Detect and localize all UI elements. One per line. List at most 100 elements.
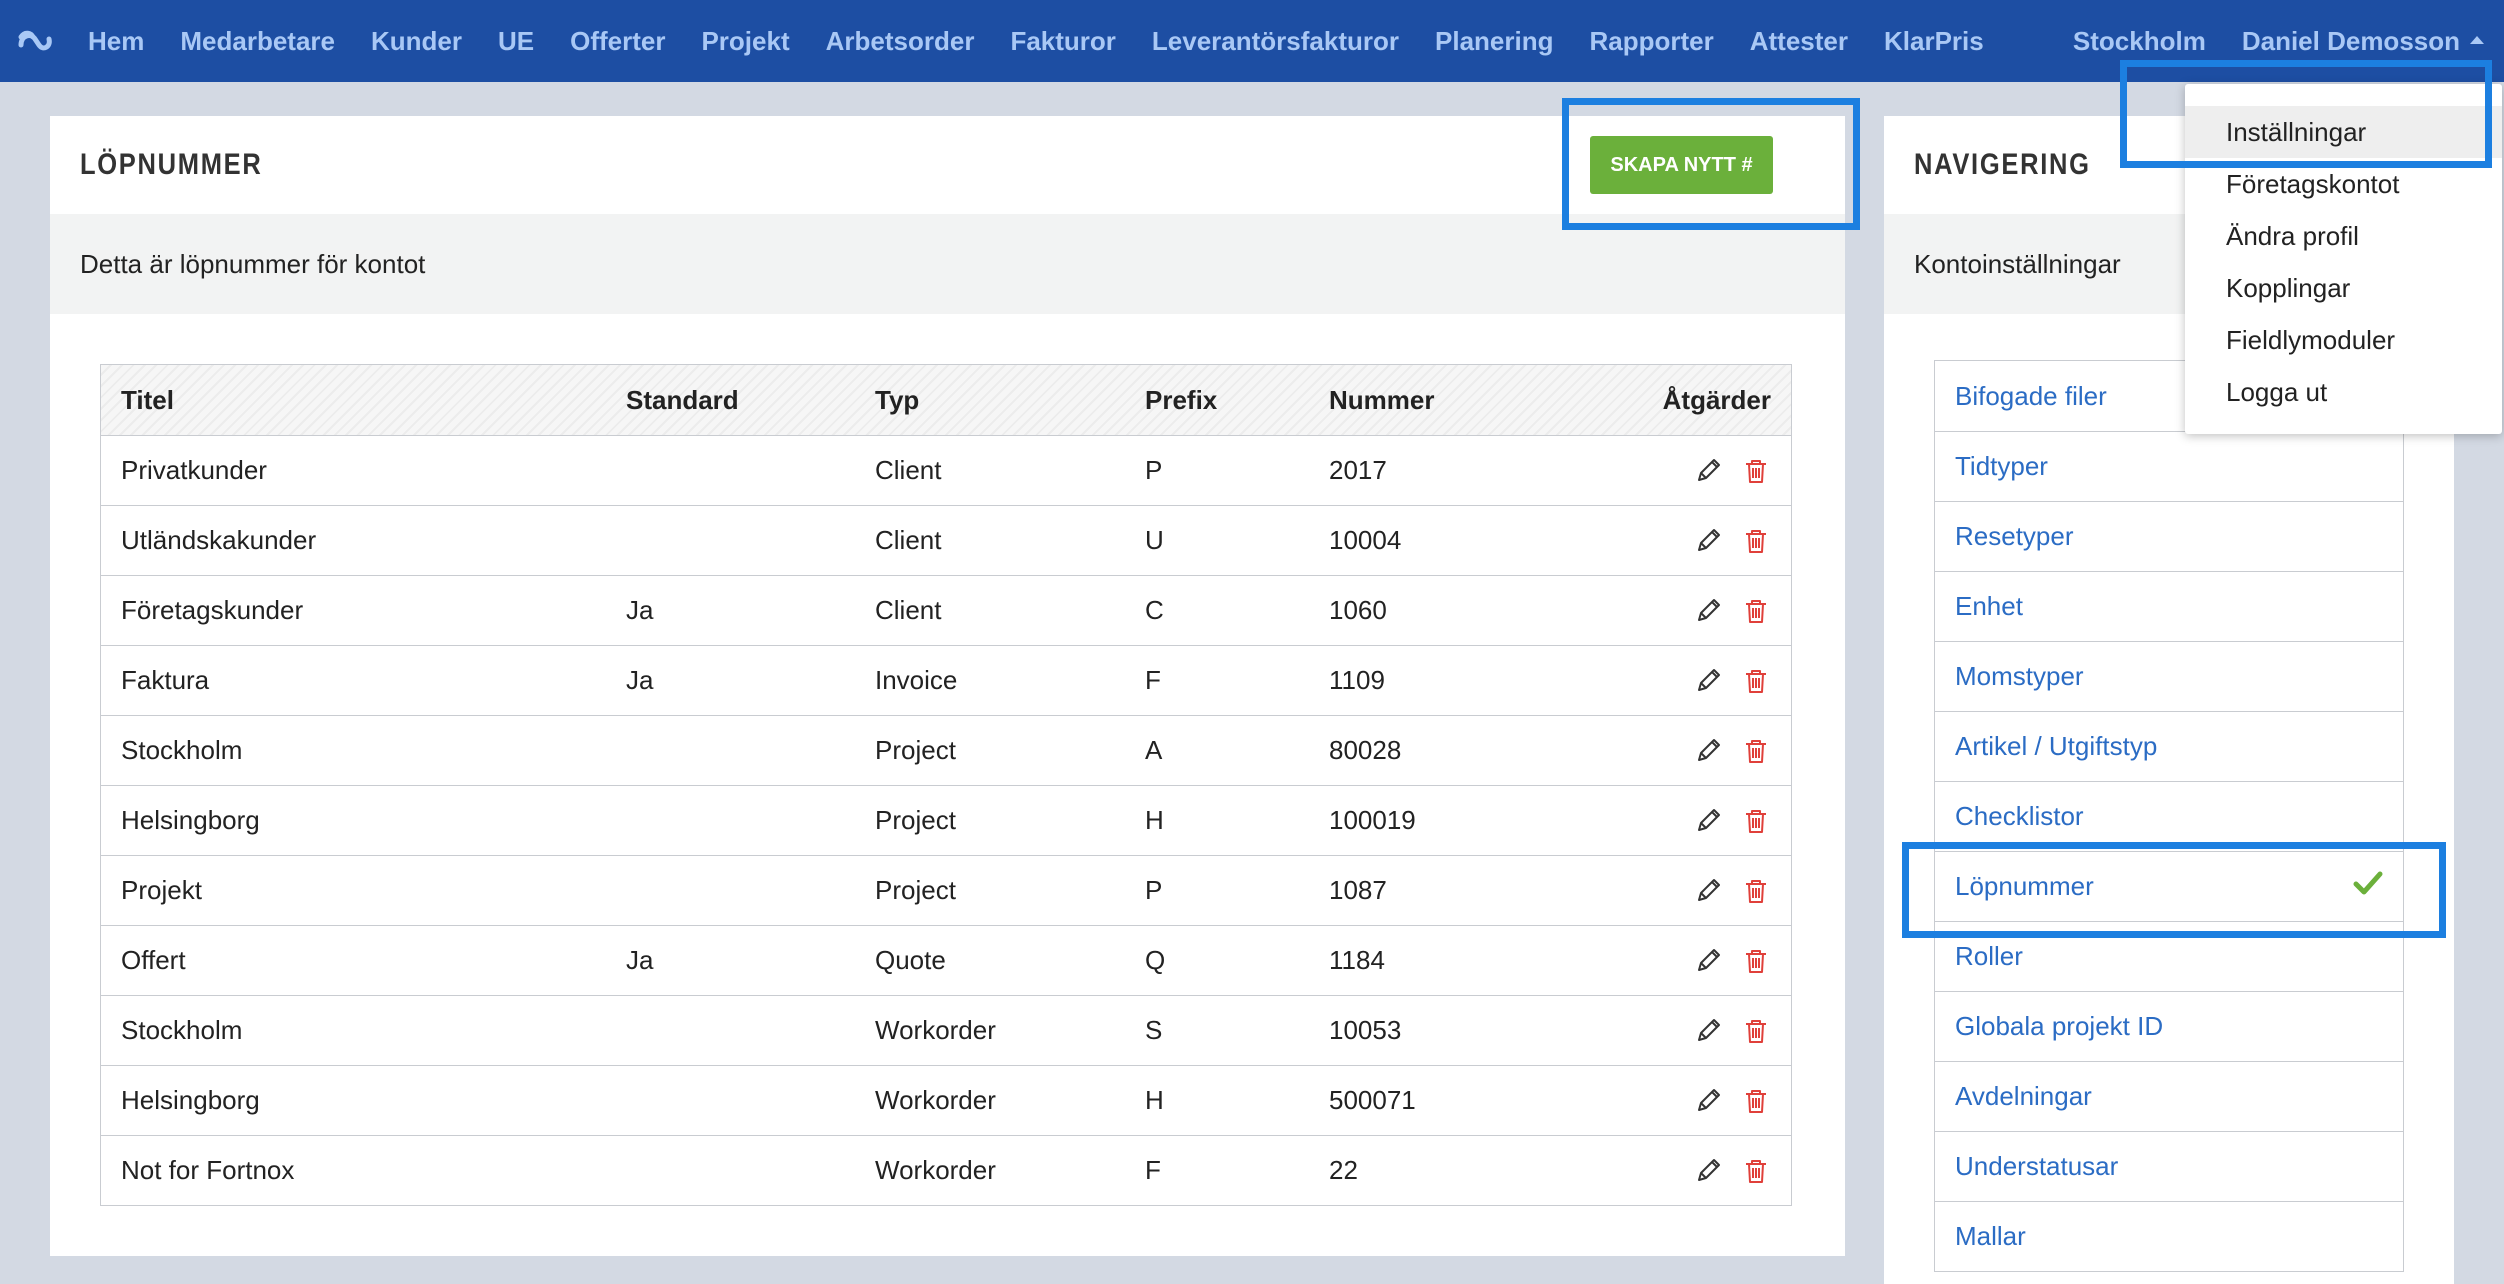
settings-nav-item-label: Understatusar	[1955, 1151, 2119, 1181]
cell-prefix: P	[1145, 455, 1163, 485]
edit-pencil-icon[interactable]	[1693, 666, 1723, 696]
edit-pencil-icon[interactable]	[1693, 876, 1723, 906]
cell-nummer: 2017	[1329, 455, 1387, 485]
col-header-nummer[interactable]: Nummer	[1309, 385, 1609, 416]
cell-typ: Workorder	[875, 1085, 996, 1115]
col-header-typ[interactable]: Typ	[855, 385, 1125, 416]
row-actions	[1609, 1086, 1791, 1116]
cell-titel: Helsingborg	[121, 805, 260, 835]
cell-standard: Ja	[626, 945, 654, 975]
app-logo-icon[interactable]	[0, 0, 70, 82]
edit-pencil-icon[interactable]	[1693, 806, 1723, 836]
row-actions	[1609, 946, 1791, 976]
settings-nav-item[interactable]: Avdelningar	[1935, 1061, 2403, 1131]
nav-rapporter[interactable]: Rapporter	[1589, 26, 1713, 57]
settings-nav-item-label: Artikel / Utgiftstyp	[1955, 731, 2158, 761]
settings-nav-item[interactable]: Resetyper	[1935, 501, 2403, 571]
settings-nav-item[interactable]: Globala projekt ID	[1935, 991, 2403, 1061]
row-actions	[1609, 596, 1791, 626]
nav-medarbetare[interactable]: Medarbetare	[180, 26, 335, 57]
delete-trash-icon[interactable]	[1741, 736, 1771, 766]
cell-titel: Utländskakunder	[121, 525, 317, 555]
nav-leverantorsfakturor[interactable]: Leverantörsfakturor	[1152, 26, 1399, 57]
nav-kunder[interactable]: Kunder	[371, 26, 462, 57]
navigation-title: NAVIGERING	[1914, 148, 2091, 181]
settings-nav-item[interactable]: Enhet	[1935, 571, 2403, 641]
cell-typ: Client	[875, 455, 942, 485]
user-menu-toggle[interactable]: Daniel Demosson	[2242, 26, 2484, 57]
edit-pencil-icon[interactable]	[1693, 456, 1723, 486]
nav-klarpris[interactable]: KlarPris	[1884, 26, 1984, 57]
row-actions	[1609, 876, 1791, 906]
nav-arbetsorder[interactable]: Arbetsorder	[826, 26, 975, 57]
settings-nav-item-label: Avdelningar	[1955, 1081, 2092, 1111]
delete-trash-icon[interactable]	[1741, 596, 1771, 626]
settings-nav-item-label: Roller	[1955, 941, 2023, 971]
cell-prefix: U	[1145, 525, 1164, 555]
table-header-row: Titel Standard Typ Prefix Nummer Åtgärde…	[101, 365, 1791, 435]
cell-prefix: P	[1145, 875, 1163, 905]
cell-prefix: A	[1145, 735, 1163, 765]
nav-planering[interactable]: Planering	[1435, 26, 1553, 57]
settings-nav-list: Bifogade filer Tidtyper Resetyper Enhet Moms…	[1934, 360, 2404, 1272]
table-row: Offert Ja Quote Q 1184	[101, 925, 1791, 995]
delete-trash-icon[interactable]	[1741, 806, 1771, 836]
settings-nav-item-label: Globala projekt ID	[1955, 1011, 2164, 1041]
menu-item-kopplingar[interactable]: Kopplingar	[2185, 262, 2502, 314]
edit-pencil-icon[interactable]	[1693, 946, 1723, 976]
cell-typ: Invoice	[875, 665, 958, 695]
nav-ue[interactable]: UE	[498, 26, 534, 57]
nav-hem[interactable]: Hem	[88, 26, 144, 57]
row-actions	[1609, 736, 1791, 766]
nav-attester[interactable]: Attester	[1750, 26, 1848, 57]
cell-typ: Project	[875, 735, 956, 765]
menu-item-logga-ut[interactable]: Logga ut	[2185, 366, 2502, 418]
settings-nav-item[interactable]: Momstyper	[1935, 641, 2403, 711]
cell-titel: Faktura	[121, 665, 210, 695]
edit-pencil-icon[interactable]	[1693, 736, 1723, 766]
menu-item-andra-profil[interactable]: Ändra profil	[2185, 210, 2502, 262]
delete-trash-icon[interactable]	[1741, 1086, 1771, 1116]
col-header-titel[interactable]: Titel	[101, 385, 606, 416]
delete-trash-icon[interactable]	[1741, 946, 1771, 976]
delete-trash-icon[interactable]	[1741, 1156, 1771, 1186]
delete-trash-icon[interactable]	[1741, 666, 1771, 696]
row-actions	[1609, 806, 1791, 836]
table-row: Företagskunder Ja Client C 1060	[101, 575, 1791, 645]
row-actions	[1609, 526, 1791, 556]
nav-offerter[interactable]: Offerter	[570, 26, 665, 57]
edit-pencil-icon[interactable]	[1693, 1156, 1723, 1186]
delete-trash-icon[interactable]	[1741, 876, 1771, 906]
cell-prefix: H	[1145, 1085, 1164, 1115]
edit-pencil-icon[interactable]	[1693, 1016, 1723, 1046]
location-selector[interactable]: Stockholm	[2073, 26, 2206, 57]
delete-trash-icon[interactable]	[1741, 1016, 1771, 1046]
col-header-prefix[interactable]: Prefix	[1125, 385, 1309, 416]
table-row: Helsingborg Project H 100019	[101, 785, 1791, 855]
row-actions	[1609, 1016, 1791, 1046]
edit-pencil-icon[interactable]	[1693, 526, 1723, 556]
delete-trash-icon[interactable]	[1741, 456, 1771, 486]
settings-nav-item[interactable]: Tidtyper	[1935, 431, 2403, 501]
highlight-lopnummer-nav-item	[1902, 842, 2446, 938]
settings-nav-item-label: Mallar	[1955, 1221, 2026, 1251]
settings-nav-item[interactable]: Artikel / Utgiftstyp	[1935, 711, 2403, 781]
edit-pencil-icon[interactable]	[1693, 596, 1723, 626]
cell-typ: Project	[875, 805, 956, 835]
cell-nummer: 10004	[1329, 525, 1402, 555]
menu-item-fieldlymoduler[interactable]: Fieldlymoduler	[2185, 314, 2502, 366]
nav-projekt[interactable]: Projekt	[701, 26, 789, 57]
col-header-standard[interactable]: Standard	[606, 385, 855, 416]
settings-nav-item[interactable]: Mallar	[1935, 1201, 2403, 1271]
cell-titel: Helsingborg	[121, 1085, 260, 1115]
settings-nav-item[interactable]: Understatusar	[1935, 1131, 2403, 1201]
user-name: Daniel Demosson	[2241, 25, 2460, 56]
settings-nav-item[interactable]: Checklistor	[1935, 781, 2403, 851]
delete-trash-icon[interactable]	[1741, 526, 1771, 556]
cell-nummer: 10053	[1329, 1015, 1402, 1045]
cell-prefix: S	[1145, 1015, 1163, 1045]
table-row: Projekt Project P 1087	[101, 855, 1791, 925]
edit-pencil-icon[interactable]	[1693, 1086, 1723, 1116]
cell-nummer: 80028	[1329, 735, 1402, 765]
nav-fakturor[interactable]: Fakturor	[1010, 26, 1115, 57]
